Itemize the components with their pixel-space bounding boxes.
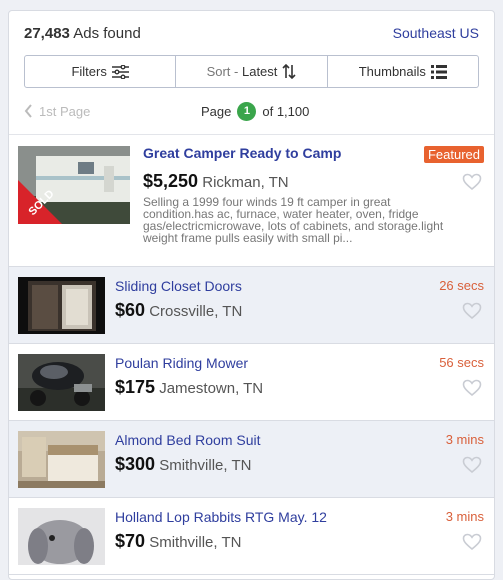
listing-price-location: $300 Smithville, TN [115,454,251,475]
first-page-link[interactable]: 1st Page [24,104,90,119]
pagination: 1st Page Page 1 of 1,100 [9,88,494,134]
listing-location: Rickman, TN [202,174,289,191]
results-header: 27,483 Ads found Southeast US [9,11,494,55]
listing-price: $175 [115,377,156,397]
listing-row[interactable]: Sliding Closet Doors 26 secs $60 Crossvi… [9,267,494,344]
chevron-left-icon [24,104,32,118]
listing-price-location: $60 Crossville, TN [115,300,242,321]
sort-button[interactable]: Sort - Latest [176,56,328,87]
listing-thumbnail[interactable] [18,277,105,334]
view-label: Thumbnails [358,64,426,79]
listing-price: $70 [115,531,146,551]
sort-value: Latest [241,64,278,79]
listing-location: Crossville, TN [149,303,243,320]
rabbit-photo [18,508,105,565]
listing-description: Selling a 1999 four winds 19 ft camper i… [143,196,444,245]
closet-doors-photo [18,277,105,334]
filter-sliders-icon [111,64,129,79]
toolbar: Filters Sort - Latest Thumbnails [24,55,479,88]
filters-button[interactable]: Filters [25,56,177,87]
page-label: Page [201,103,232,119]
listing-thumbnail[interactable] [18,431,105,488]
listing-title[interactable]: Almond Bed Room Suit [115,432,261,448]
listing-price-location: $5,250 Rickman, TN [143,171,289,192]
heart-outline-icon[interactable] [462,456,482,474]
listing-price: $300 [115,454,156,474]
listing-price: $5,250 [143,171,199,191]
listing-price: $60 [115,300,146,320]
mower-photo [18,354,105,411]
listing-thumbnail[interactable] [18,354,105,411]
filters-label: Filters [71,64,107,79]
listing-location: Smithville, TN [159,457,252,474]
listing-row[interactable]: SOLD Great Camper Ready to Camp Featured… [9,135,494,267]
heart-outline-icon[interactable] [462,302,482,320]
listing-price-location: $175 Jamestown, TN [115,377,263,398]
listing-row[interactable]: Poulan Riding Mower 56 secs $175 Jamesto… [9,344,494,421]
listing-age: 26 secs [439,278,484,293]
listing-thumbnail[interactable]: SOLD [18,146,130,224]
results-count: 27,483 Ads found [24,24,141,42]
listing-thumbnail[interactable] [18,508,105,565]
listing-age: 56 secs [439,355,484,370]
listing-title[interactable]: Sliding Closet Doors [115,278,242,294]
listing-location: Smithville, TN [149,534,242,551]
listing-card: 27,483 Ads found Southeast US Filters So… [8,10,495,580]
listing-location: Jamestown, TN [159,380,264,397]
heart-outline-icon[interactable] [462,533,482,551]
listing-age: 3 mins [445,432,484,447]
listing-age: 3 mins [445,509,484,524]
featured-badge: Featured [423,146,484,163]
sort-prefix: Sort - [206,64,242,79]
listing-price-location: $70 Smithville, TN [115,531,241,552]
sort-arrows-icon [282,64,296,79]
listing-title[interactable]: Poulan Riding Mower [115,355,248,371]
listing-list: SOLD Great Camper Ready to Camp Featured… [9,134,494,575]
view-toggle-button[interactable]: Thumbnails [328,56,478,87]
region-link[interactable]: Southeast US [393,25,479,41]
first-page-label: 1st Page [39,103,91,119]
list-view-icon [430,64,447,79]
listing-title[interactable]: Holland Lop Rabbits RTG May. 12 [115,509,327,525]
listing-row[interactable]: Almond Bed Room Suit 3 mins $300 Smithvi… [9,421,494,498]
listing-row[interactable]: Holland Lop Rabbits RTG May. 12 3 mins $… [9,498,494,575]
page-indicator: Page 1 of 1,100 [201,101,310,121]
current-page-badge: 1 [237,101,257,121]
camper-photo: SOLD [18,146,130,224]
page-total: of 1,100 [262,103,310,119]
heart-outline-icon[interactable] [462,173,482,191]
listing-title[interactable]: Great Camper Ready to Camp [143,145,341,161]
heart-outline-icon[interactable] [462,379,482,397]
bedroom-photo [18,431,105,488]
